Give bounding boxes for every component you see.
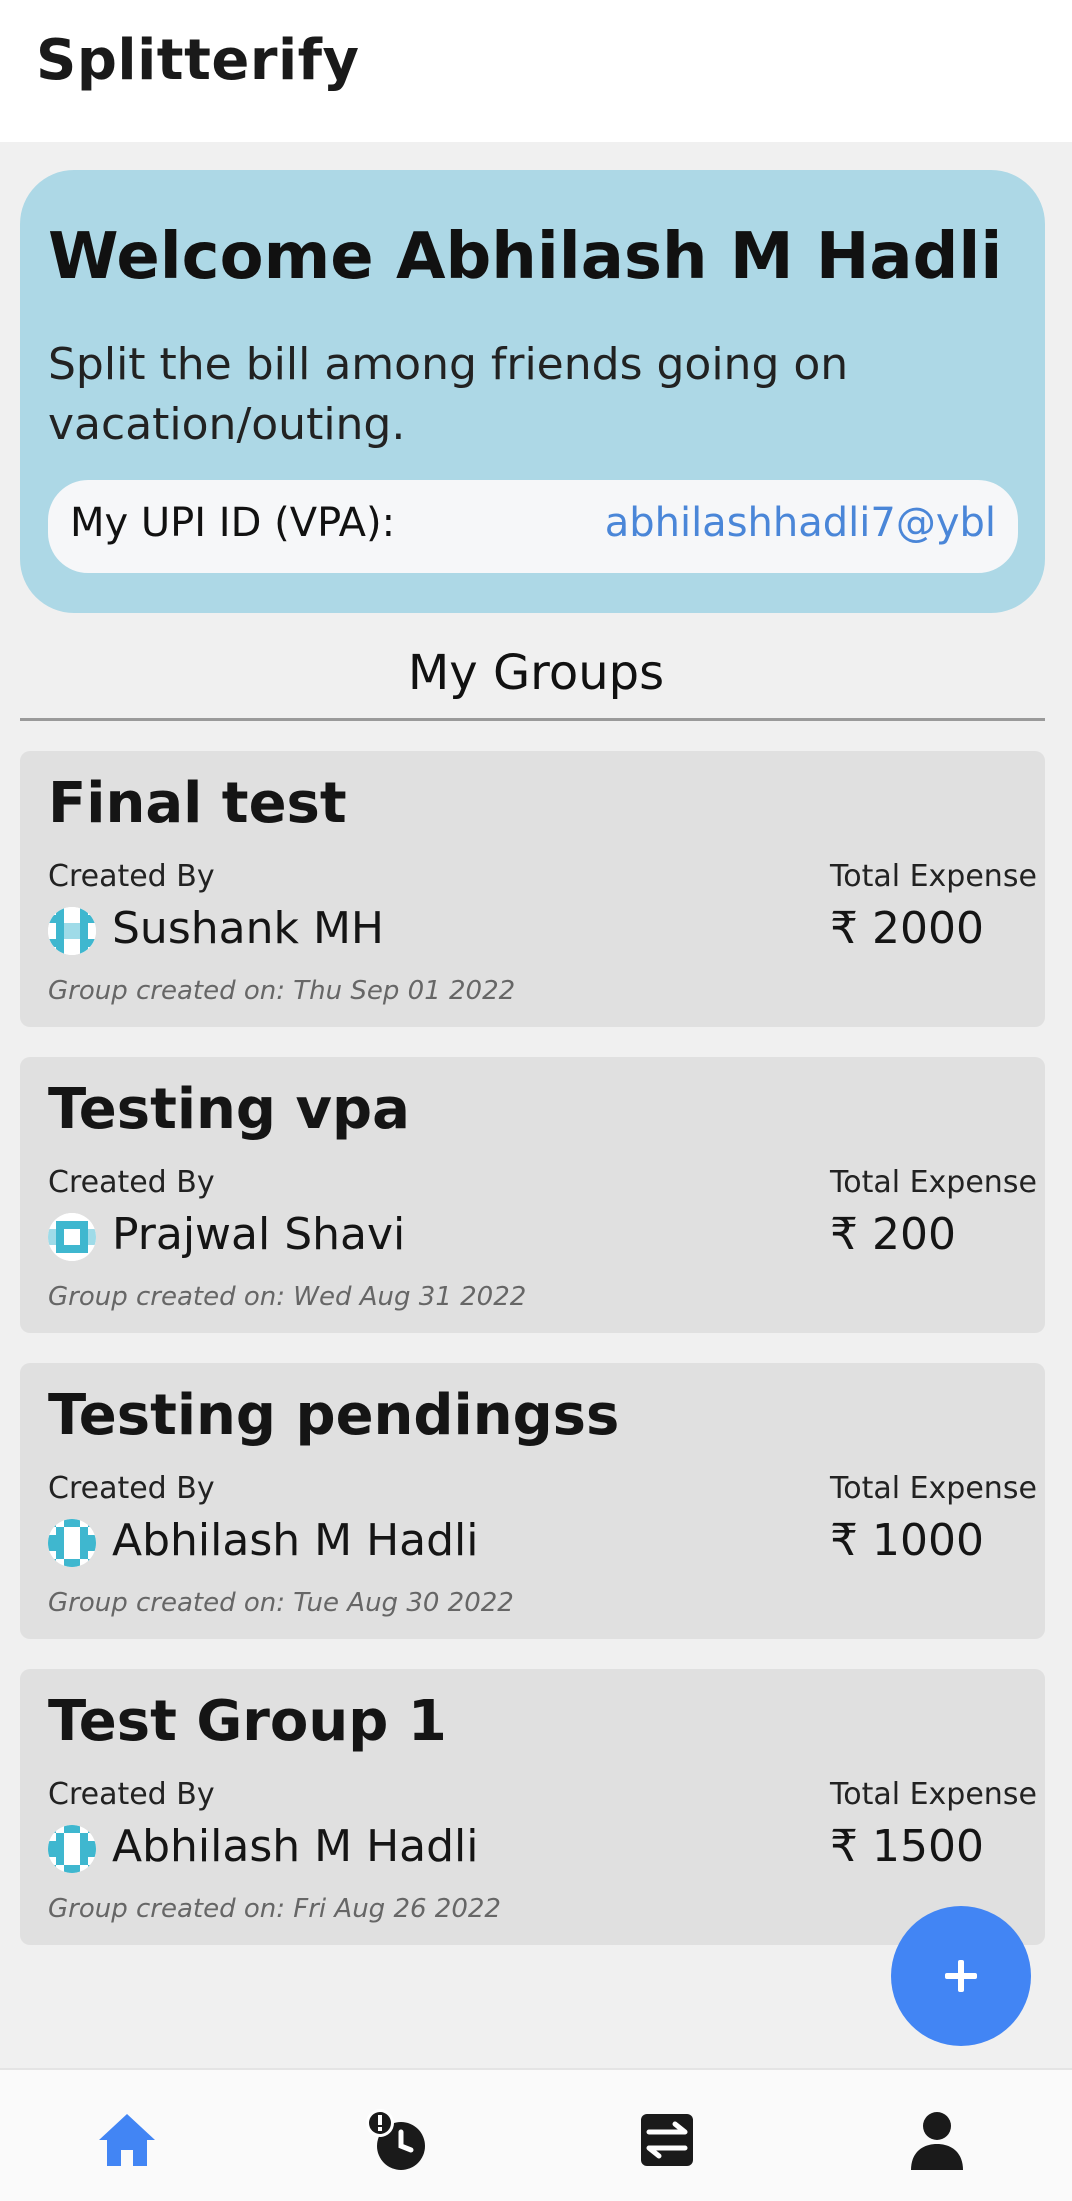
nav-profile[interactable] [905, 2108, 969, 2172]
group-card[interactable]: Test Group 1 Created By Total Expense Ab… [20, 1669, 1045, 1945]
total-expense-label: Total Expense [830, 1471, 1037, 1506]
group-name: Final test [48, 771, 347, 836]
creator-avatar [48, 1825, 96, 1873]
add-group-button[interactable] [891, 1906, 1031, 2046]
group-card[interactable]: Final test Created By Total Expense Sush… [20, 751, 1045, 1027]
total-expense-label: Total Expense [830, 859, 1037, 894]
my-groups-title: My Groups [407, 645, 665, 701]
my-groups-divider [20, 718, 1045, 721]
creator-name: Abhilash M Hadli [112, 1515, 479, 1566]
app-root: Splitterify Welcome Abhilash M Hadli Spl… [0, 0, 1072, 2201]
total-expense-amount: ₹ 200 [830, 1209, 956, 1260]
creator-avatar [48, 1213, 96, 1261]
group-created-date: Group created on: Thu Sep 01 2022 [48, 976, 516, 1006]
upi-id-value[interactable]: abhilashhadli7@ybl [605, 500, 996, 546]
nav-transactions[interactable] [635, 2108, 699, 2172]
pending-clock-icon [366, 2109, 425, 2170]
transactions-icon [641, 2114, 693, 2166]
app-title: Splitterify [36, 28, 360, 93]
upi-id-label: My UPI ID (VPA): [70, 500, 396, 546]
group-name: Testing vpa [48, 1077, 410, 1142]
group-name: Testing pendingss [48, 1383, 620, 1448]
welcome-heading: Welcome Abhilash M Hadli [48, 220, 1003, 294]
total-expense-amount: ₹ 1500 [830, 1821, 984, 1872]
welcome-subtitle: Split the bill among friends going on va… [48, 339, 849, 450]
profile-icon [911, 2112, 963, 2170]
nav-home[interactable] [95, 2108, 159, 2172]
plus-icon [945, 1960, 977, 1992]
creator-avatar [48, 907, 96, 955]
upi-id-row[interactable]: My UPI ID (VPA): abhilashhadli7@ybl [48, 480, 1018, 573]
total-expense-amount: ₹ 2000 [830, 903, 984, 954]
total-expense-label: Total Expense [830, 1777, 1037, 1812]
group-name: Test Group 1 [48, 1689, 447, 1754]
total-expense-amount: ₹ 1000 [830, 1515, 984, 1566]
created-by-label: Created By [48, 1165, 215, 1200]
group-created-date: Group created on: Tue Aug 30 2022 [48, 1588, 514, 1618]
group-card[interactable]: Testing vpa Created By Total Expense Pra… [20, 1057, 1045, 1333]
group-card[interactable]: Testing pendingss Created By Total Expen… [20, 1363, 1045, 1639]
creator-name: Prajwal Shavi [112, 1209, 406, 1260]
bottom-navigation [0, 2068, 1072, 2201]
created-by-label: Created By [48, 1777, 215, 1812]
app-bar: Splitterify [0, 0, 1072, 142]
group-created-date: Group created on: Wed Aug 31 2022 [48, 1282, 527, 1312]
creator-name: Abhilash M Hadli [112, 1821, 479, 1872]
created-by-label: Created By [48, 1471, 215, 1506]
welcome-card: Welcome Abhilash M Hadli Split the bill … [20, 170, 1045, 613]
creator-avatar [48, 1519, 96, 1567]
created-by-label: Created By [48, 859, 215, 894]
group-created-date: Group created on: Fri Aug 26 2022 [48, 1894, 501, 1924]
total-expense-label: Total Expense [830, 1165, 1037, 1200]
nav-pending[interactable] [365, 2108, 429, 2172]
creator-name: Sushank MH [112, 903, 384, 954]
home-icon [99, 2114, 155, 2166]
